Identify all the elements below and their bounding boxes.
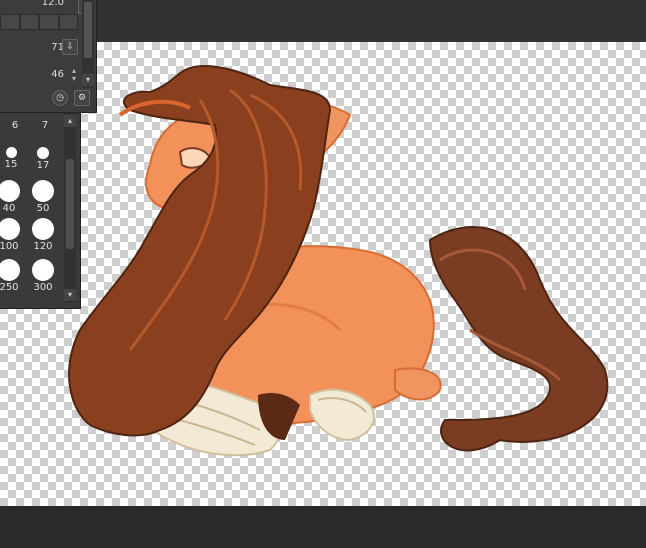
scroll-down-icon[interactable]: ▾ <box>64 289 76 301</box>
brush-size-100[interactable]: 100 <box>0 218 24 252</box>
brush-size-7[interactable]: 7 <box>30 119 60 131</box>
brush-size-scrollbar[interactable]: ▴ ▾ <box>64 113 76 303</box>
wrench-icon[interactable]: ⚙ <box>74 90 90 106</box>
brush-size-250[interactable]: 250 <box>0 259 24 293</box>
partial-row: 12.0 ⊙ <box>0 0 94 14</box>
brush-size-50[interactable]: 50 <box>28 180 58 214</box>
partial-value[interactable]: 12.0 <box>42 0 64 8</box>
stabilization-value[interactable]: 46 <box>51 69 64 80</box>
brush-size-6[interactable]: 6 <box>0 119 30 131</box>
brush-size-panel: 6 7 15 17 40 50 100 120 250 300 ▴ ▾ <box>0 113 81 309</box>
scroll-down-icon[interactable]: ▾ <box>82 74 94 86</box>
tool-property-panel: 12.0 ⊙ 71 ▴▾ ⇩ 46 ▴▾ ◷ ⚙ ▾ <box>0 0 97 113</box>
brush-size-17[interactable]: 17 <box>28 147 58 171</box>
stabilization-row: 46 ▴ ▾ <box>0 66 80 84</box>
brush-size-120[interactable]: 120 <box>28 218 58 252</box>
brush-size-300[interactable]: 300 <box>28 259 58 293</box>
segment-bar[interactable] <box>0 14 78 30</box>
stabilization-spinner[interactable]: ▴ ▾ <box>72 67 76 83</box>
download-icon[interactable]: ⇩ <box>62 39 78 55</box>
scroll-up-icon[interactable]: ▴ <box>64 115 76 127</box>
brush-size-40[interactable]: 40 <box>0 180 24 214</box>
brush-size-15[interactable]: 15 <box>0 147 26 170</box>
clock-icon[interactable]: ◷ <box>52 90 68 106</box>
